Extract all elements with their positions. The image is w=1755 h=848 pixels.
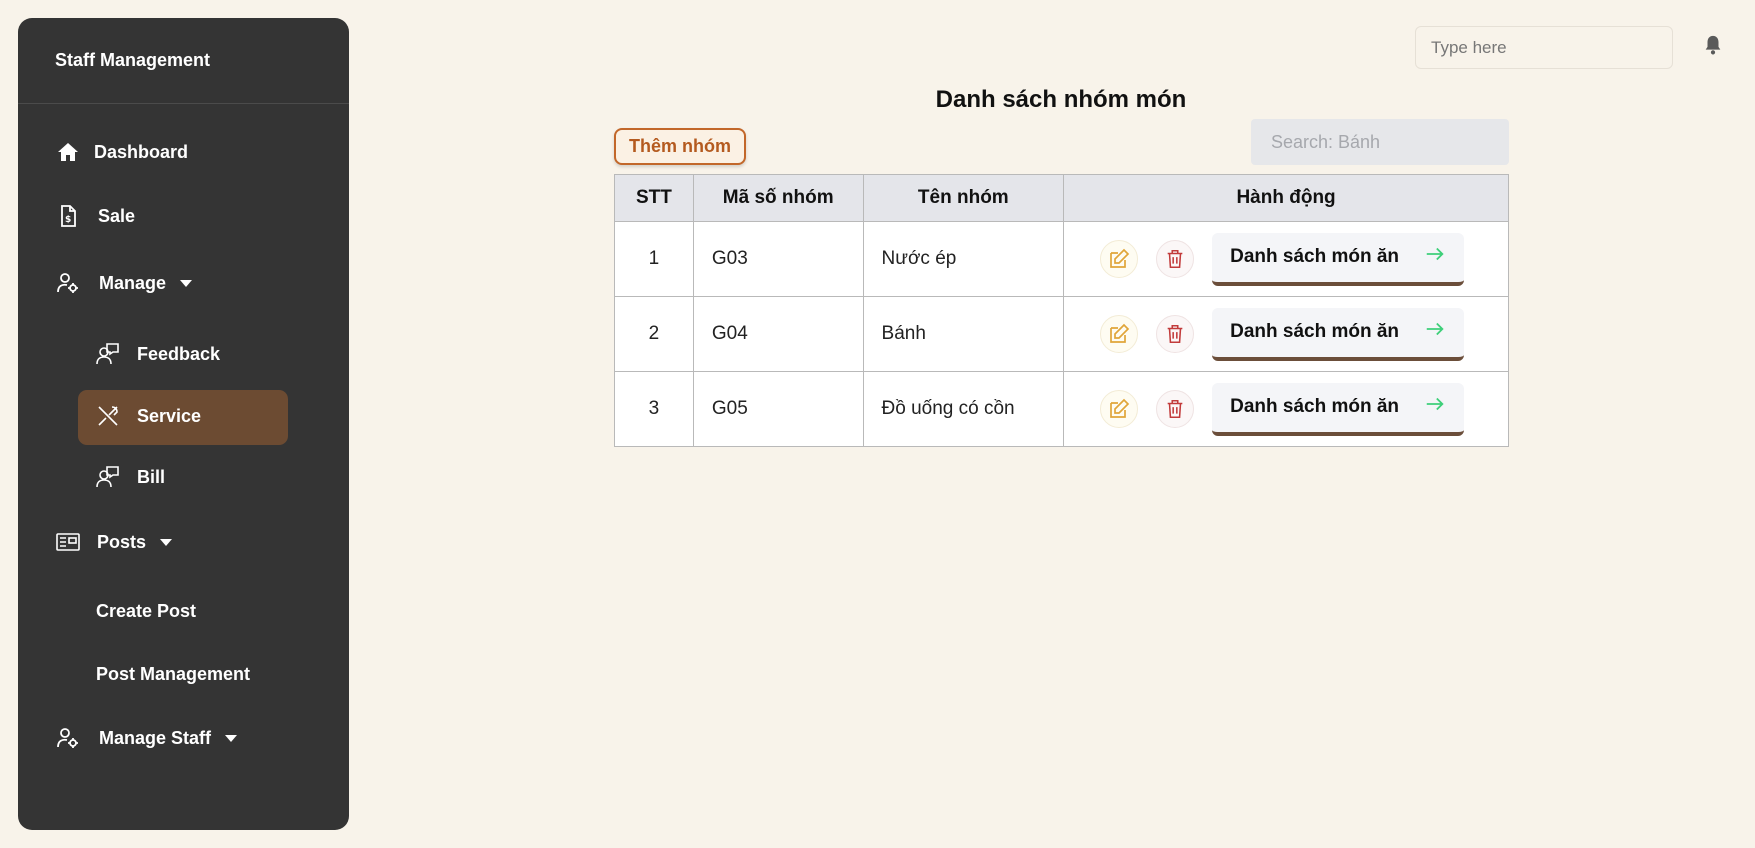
arrow-right-icon: [1424, 243, 1446, 271]
sidebar-item-label: Dashboard: [94, 141, 189, 162]
cell-stt: 1: [614, 221, 694, 297]
column-header-name: Tên nhóm: [862, 174, 1065, 222]
column-header-action: Hành động: [1063, 174, 1509, 222]
user-chat-icon: [95, 464, 121, 490]
table-header-row: STT Mã số nhóm Tên nhóm Hành động: [614, 174, 1509, 222]
user-gear-icon: [55, 725, 81, 751]
cell-actions: Danh sách món ăn: [1063, 371, 1509, 447]
sidebar-title: Staff Management: [18, 18, 349, 104]
cell-stt: 2: [614, 296, 694, 372]
arrow-right-icon: [1424, 393, 1446, 421]
cell-code: G05: [692, 371, 864, 447]
table-row: 1 G03 Nước ép Danh sách món ăn: [614, 221, 1509, 297]
bell-icon[interactable]: [1702, 33, 1724, 57]
edit-icon[interactable]: [1100, 240, 1139, 278]
sidebar-item-manage-staff[interactable]: Manage Staff: [55, 725, 238, 751]
sidebar-item-sale[interactable]: $ Sale: [55, 203, 135, 229]
trash-icon[interactable]: [1156, 390, 1195, 428]
home-icon: [55, 139, 81, 165]
add-group-button[interactable]: Thêm nhóm: [614, 128, 746, 165]
chevron-down-icon: [180, 279, 193, 287]
sidebar-item-dashboard[interactable]: Dashboard: [55, 139, 188, 165]
view-dishes-label: Danh sách món ăn: [1230, 246, 1400, 267]
sidebar-item-label: Bill: [137, 466, 166, 487]
chevron-down-icon: [160, 538, 173, 546]
sidebar-item-label: Posts: [97, 531, 147, 552]
table-row: 3 G05 Đồ uống có cồn Danh sách món ăn: [614, 371, 1509, 447]
table-row: 2 G04 Bánh Danh sách món ăn: [614, 296, 1509, 372]
sidebar-item-feedback[interactable]: Feedback: [95, 341, 220, 367]
user-gear-icon: [55, 270, 81, 296]
cell-stt: 3: [614, 371, 694, 447]
cell-name: Nước ép: [862, 221, 1065, 297]
sidebar-item-create-post[interactable]: Create Post: [96, 601, 196, 622]
cell-name: Bánh: [862, 296, 1065, 372]
sidebar-item-label: Post Management: [96, 664, 251, 684]
group-table: STT Mã số nhóm Tên nhóm Hành động 1 G03 …: [614, 174, 1509, 447]
sidebar-item-post-management[interactable]: Post Management: [96, 664, 250, 685]
edit-icon[interactable]: [1100, 390, 1139, 428]
cell-code: G03: [692, 221, 864, 297]
view-dishes-button[interactable]: Danh sách món ăn: [1212, 232, 1465, 286]
cell-name: Đồ uống có cồn: [862, 371, 1065, 447]
trash-icon[interactable]: [1156, 315, 1195, 353]
user-chat-icon: [95, 341, 121, 367]
view-dishes-button[interactable]: Danh sách món ăn: [1212, 307, 1465, 361]
cell-actions: Danh sách món ăn: [1063, 221, 1509, 297]
group-search-input[interactable]: [1251, 119, 1509, 165]
chevron-down-icon: [225, 734, 238, 742]
top-search-input[interactable]: [1415, 26, 1673, 69]
column-header-code: Mã số nhóm: [692, 174, 864, 222]
cell-actions: Danh sách món ăn: [1063, 296, 1509, 372]
sidebar-item-label: Service: [137, 405, 202, 426]
sidebar-item-label: Sale: [98, 205, 136, 226]
sidebar-item-manage[interactable]: Manage: [55, 270, 193, 296]
sidebar-item-service[interactable]: Service: [95, 403, 201, 429]
trash-icon[interactable]: [1156, 240, 1195, 278]
invoice-dollar-icon: $: [55, 203, 81, 229]
view-dishes-button[interactable]: Danh sách món ăn: [1212, 382, 1465, 436]
page-title: Danh sách nhóm món: [935, 86, 1187, 113]
sidebar-item-label: Manage: [99, 272, 167, 293]
sidebar-item-label: Manage Staff: [99, 727, 212, 748]
sidebar-item-label: Feedback: [137, 343, 221, 364]
edit-icon[interactable]: [1100, 315, 1139, 353]
arrow-right-icon: [1424, 318, 1446, 346]
column-header-stt: STT: [614, 174, 694, 222]
utensils-icon: [95, 403, 121, 429]
svg-text:$: $: [65, 215, 71, 225]
cell-code: G04: [692, 296, 864, 372]
sidebar: Staff Management Dashboard $ Sale Manage…: [18, 18, 349, 830]
sidebar-item-posts[interactable]: Posts: [55, 529, 173, 555]
view-dishes-label: Danh sách món ăn: [1230, 321, 1400, 342]
sidebar-item-bill[interactable]: Bill: [95, 464, 165, 490]
newspaper-icon: [55, 529, 81, 555]
view-dishes-label: Danh sách món ăn: [1230, 396, 1400, 417]
sidebar-item-label: Create Post: [96, 601, 197, 621]
